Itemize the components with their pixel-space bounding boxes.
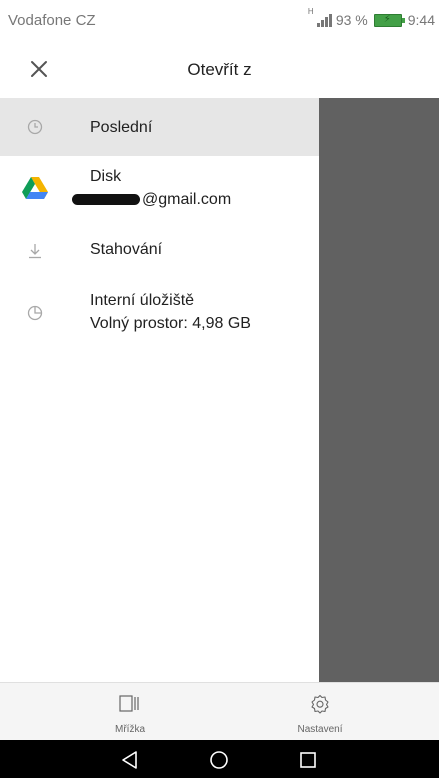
- bottom-toolbar: Mřížka Nastavení: [0, 682, 439, 740]
- status-bar: Vodafone CZ H 93 % ⚡ 9:44: [0, 0, 439, 40]
- carrier-name: Vodafone CZ: [8, 12, 96, 29]
- drawer-item-label: Stahování: [90, 241, 163, 258]
- gear-icon: [309, 693, 331, 715]
- drive-account: @gmail.com: [72, 189, 231, 210]
- battery-percent: 93 %: [335, 12, 368, 28]
- drawer-item-label: Poslední: [90, 119, 153, 136]
- back-icon: [122, 751, 137, 769]
- redacted-name: [72, 194, 140, 206]
- drawer-item-internal-storage[interactable]: Interní úložiště Volný prostor: 4,98 GB: [0, 280, 319, 350]
- download-icon: [24, 240, 46, 262]
- drawer-scrim[interactable]: [319, 98, 439, 682]
- network-type: H: [307, 7, 314, 16]
- page-title: Otevřít z: [187, 60, 252, 79]
- back-button[interactable]: [118, 748, 142, 772]
- home-icon: [210, 751, 228, 769]
- clock-icon: [24, 116, 46, 138]
- storage-icon: [24, 302, 46, 324]
- drive-icon: [22, 177, 48, 199]
- settings-label: Nastavení: [297, 724, 343, 735]
- grid-view-button[interactable]: Mřížka: [70, 683, 190, 741]
- grid-view-label: Mřížka: [115, 724, 145, 735]
- status-indicators: H 93 % ⚡ 9:44: [308, 7, 435, 28]
- storage-free-space: Volný prostor: 4,98 GB: [90, 315, 251, 332]
- app-bar: Otevřít z: [0, 40, 439, 98]
- system-nav-bar: [0, 740, 439, 778]
- drawer-item-recent[interactable]: Poslední: [0, 98, 319, 156]
- home-button[interactable]: [207, 748, 231, 772]
- battery-icon: ⚡: [373, 13, 405, 27]
- drawer-item-downloads[interactable]: Stahování: [0, 220, 319, 280]
- drawer-item-label: Disk: [90, 168, 122, 185]
- drawer-item-label: Interní úložiště: [90, 292, 195, 309]
- clock-time: 9:44: [407, 12, 435, 28]
- grid-view-icon: [119, 693, 141, 715]
- drive-account-email: @gmail.com: [142, 191, 232, 208]
- settings-button[interactable]: Nastavení: [260, 683, 380, 741]
- recents-button[interactable]: [296, 748, 320, 772]
- roots-drawer: Poslední Disk @gmail.com Stahování Inter…: [0, 98, 319, 682]
- drawer-item-drive[interactable]: Disk @gmail.com: [0, 156, 319, 220]
- signal-icon: H: [308, 7, 332, 27]
- recents-icon: [300, 752, 316, 768]
